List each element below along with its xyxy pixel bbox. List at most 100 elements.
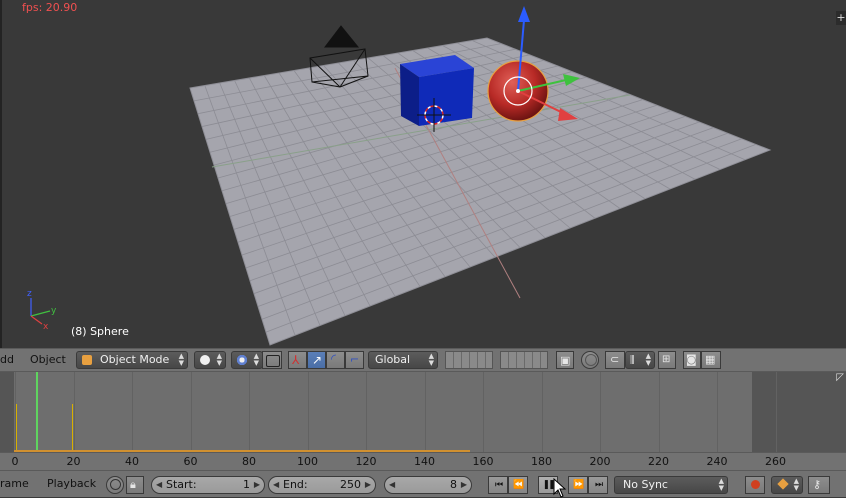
current-frame-field[interactable]: ◀ 8 ▶ bbox=[384, 476, 472, 494]
timeline-gridline bbox=[600, 372, 601, 452]
timeline-gridline bbox=[307, 372, 309, 452]
mode-label: Object Mode bbox=[100, 353, 170, 366]
snap-toggle[interactable]: ⊂ bbox=[605, 351, 625, 369]
proportional-edit-button[interactable] bbox=[581, 351, 599, 369]
rotate-manip-button[interactable]: ◜ bbox=[326, 351, 345, 369]
timeline-header: rame Playback 🔒︎ ◀ Start: 1 ▶ ◀ End: 250… bbox=[0, 470, 846, 497]
layer-lock-icon: ▣ bbox=[560, 354, 571, 367]
updown-icon: ▲ ▼ bbox=[718, 477, 724, 492]
area-split-corner[interactable]: + bbox=[836, 11, 846, 25]
shading-select[interactable]: ▲ ▼ bbox=[194, 351, 226, 369]
keyframe-marker bbox=[16, 404, 17, 452]
pivot-icon bbox=[236, 354, 248, 366]
ruler-tick-label: 140 bbox=[414, 455, 435, 468]
clock-icon bbox=[110, 479, 121, 490]
timeline-gridline bbox=[366, 372, 367, 452]
floor-plane bbox=[189, 37, 772, 346]
next-keyframe-icon: ⏩ bbox=[573, 480, 584, 490]
ruler-tick-label: 20 bbox=[66, 455, 81, 468]
axis-orientation-widget bbox=[30, 298, 51, 325]
timeline-area[interactable]: ◸ bbox=[0, 372, 846, 452]
cube-mode-icon bbox=[82, 355, 92, 365]
sync-select[interactable]: No Sync ▲ ▼ bbox=[614, 476, 728, 494]
use-preview-range-button[interactable] bbox=[106, 476, 124, 494]
start-frame-field[interactable]: ◀ Start: 1 ▶ bbox=[151, 476, 265, 494]
ruler-tick-label: 120 bbox=[355, 455, 377, 468]
menu-object[interactable]: Object bbox=[30, 353, 66, 366]
end-label: End: bbox=[283, 478, 308, 491]
lock-range-button[interactable]: 🔒︎ bbox=[126, 476, 144, 494]
decrement-icon: ◀ bbox=[273, 480, 280, 489]
keying-set-button[interactable]: ⚷ bbox=[808, 476, 830, 494]
timeline-gridline bbox=[483, 372, 484, 452]
scene-canvas[interactable]: z y x bbox=[0, 0, 846, 348]
decrement-icon: ◀ bbox=[156, 480, 163, 489]
ruler-tick-label: 40 bbox=[125, 455, 139, 468]
jump-start-icon: ⏮ bbox=[494, 480, 503, 490]
menu-playback[interactable]: Playback bbox=[47, 477, 96, 490]
pivot-select[interactable]: ▲ ▼ bbox=[231, 351, 263, 369]
keying-mode-select[interactable]: ▲ ▼ bbox=[771, 476, 803, 494]
jump-end-icon: ⏭ bbox=[594, 480, 603, 490]
mode-select[interactable]: Object Mode ▲ ▼ bbox=[76, 351, 188, 369]
scroll-corner-icon[interactable]: ◸ bbox=[836, 372, 844, 383]
updown-icon: ▲ ▼ bbox=[253, 352, 259, 367]
next-keyframe-button[interactable]: ⏩ bbox=[568, 476, 588, 494]
rotate-arc-icon: ◜ bbox=[331, 352, 337, 367]
orientation-label: Global bbox=[375, 353, 411, 366]
scale-manip-button[interactable]: ⌐ bbox=[345, 351, 364, 369]
layers-grid-b[interactable] bbox=[500, 351, 548, 369]
updown-icon: ▲ ▼ bbox=[216, 352, 222, 367]
snap-element-select[interactable]: ⫼ ▲ ▼ bbox=[625, 351, 655, 369]
jump-end-button[interactable]: ⏭ bbox=[588, 476, 608, 494]
ruler-tick-label: 260 bbox=[765, 455, 786, 468]
jump-start-button[interactable]: ⏮ bbox=[488, 476, 508, 494]
manipulator-toggle[interactable] bbox=[262, 351, 282, 369]
current-frame-indicator[interactable] bbox=[36, 372, 38, 452]
timeline-gridline bbox=[424, 372, 426, 452]
ruler-tick-label: 0 bbox=[11, 455, 19, 468]
object-info-label: (8) Sphere bbox=[71, 325, 129, 338]
timeline-gridline bbox=[249, 372, 250, 452]
render-animation-button[interactable]: ▦ bbox=[701, 351, 721, 369]
keyframe-marker bbox=[72, 404, 73, 452]
translate-manip-button[interactable]: ⅄ bbox=[288, 351, 307, 369]
pause-icon: ❚❚ bbox=[542, 480, 555, 490]
prev-keyframe-button[interactable]: ⏪ bbox=[508, 476, 528, 494]
timeline-gridline bbox=[190, 372, 192, 452]
updown-icon: ▲ ▼ bbox=[645, 352, 651, 367]
snap-increment-icon: ⫼ bbox=[630, 355, 635, 366]
record-icon bbox=[751, 480, 760, 489]
ruler-tick-label: 160 bbox=[472, 455, 494, 468]
decrement-icon: ◀ bbox=[389, 480, 396, 489]
auto-keying-button[interactable] bbox=[745, 476, 765, 494]
viewport-border bbox=[0, 0, 2, 348]
axis-z-label: z bbox=[27, 289, 32, 299]
updown-icon: ▲ ▼ bbox=[428, 352, 434, 367]
orientation-select[interactable]: Global ▲ ▼ bbox=[368, 351, 438, 369]
sync-label: No Sync bbox=[623, 478, 668, 491]
key-icon: ⚷ bbox=[813, 478, 822, 491]
fps-readout: fps: 20.90 bbox=[22, 1, 78, 14]
menu-frame[interactable]: rame bbox=[0, 477, 29, 490]
3d-viewport[interactable]: z y x fps: 20.90 (8) Sphere + bbox=[0, 0, 846, 348]
ruler-tick-label: 80 bbox=[242, 455, 256, 468]
ruler-tick-label: 60 bbox=[183, 455, 198, 468]
snap-target-button[interactable]: ⊞ bbox=[658, 351, 676, 369]
axis-y-label: y bbox=[51, 306, 57, 316]
menu-add[interactable]: dd bbox=[0, 353, 14, 366]
lock-layers-button[interactable]: ▣ bbox=[556, 351, 574, 369]
frame-ruler[interactable]: 0 20 40 60 80 100 120 140 160 180 200 220 240 260 bbox=[0, 452, 846, 470]
increment-icon: ▶ bbox=[364, 480, 371, 489]
layers-grid-a[interactable] bbox=[445, 351, 493, 369]
move-manip-button[interactable]: ↗ bbox=[307, 351, 326, 369]
ruler-tick-label: 220 bbox=[648, 455, 669, 468]
render-image-button[interactable]: ◙ bbox=[683, 351, 701, 369]
3d-view-header: dd Object Object Mode ▲ ▼ ▲ ▼ ▲ ▼ ⅄ ↗ ◜ ⌐ G… bbox=[0, 348, 846, 372]
current-frame-value: 8 bbox=[450, 478, 457, 491]
scale-icon: ⌐ bbox=[350, 353, 360, 366]
timeline-postroll-shade bbox=[752, 372, 846, 452]
solid-shading-icon bbox=[200, 355, 210, 365]
end-frame-field[interactable]: ◀ End: 250 ▶ bbox=[268, 476, 376, 494]
timeline-gridline bbox=[717, 372, 718, 452]
